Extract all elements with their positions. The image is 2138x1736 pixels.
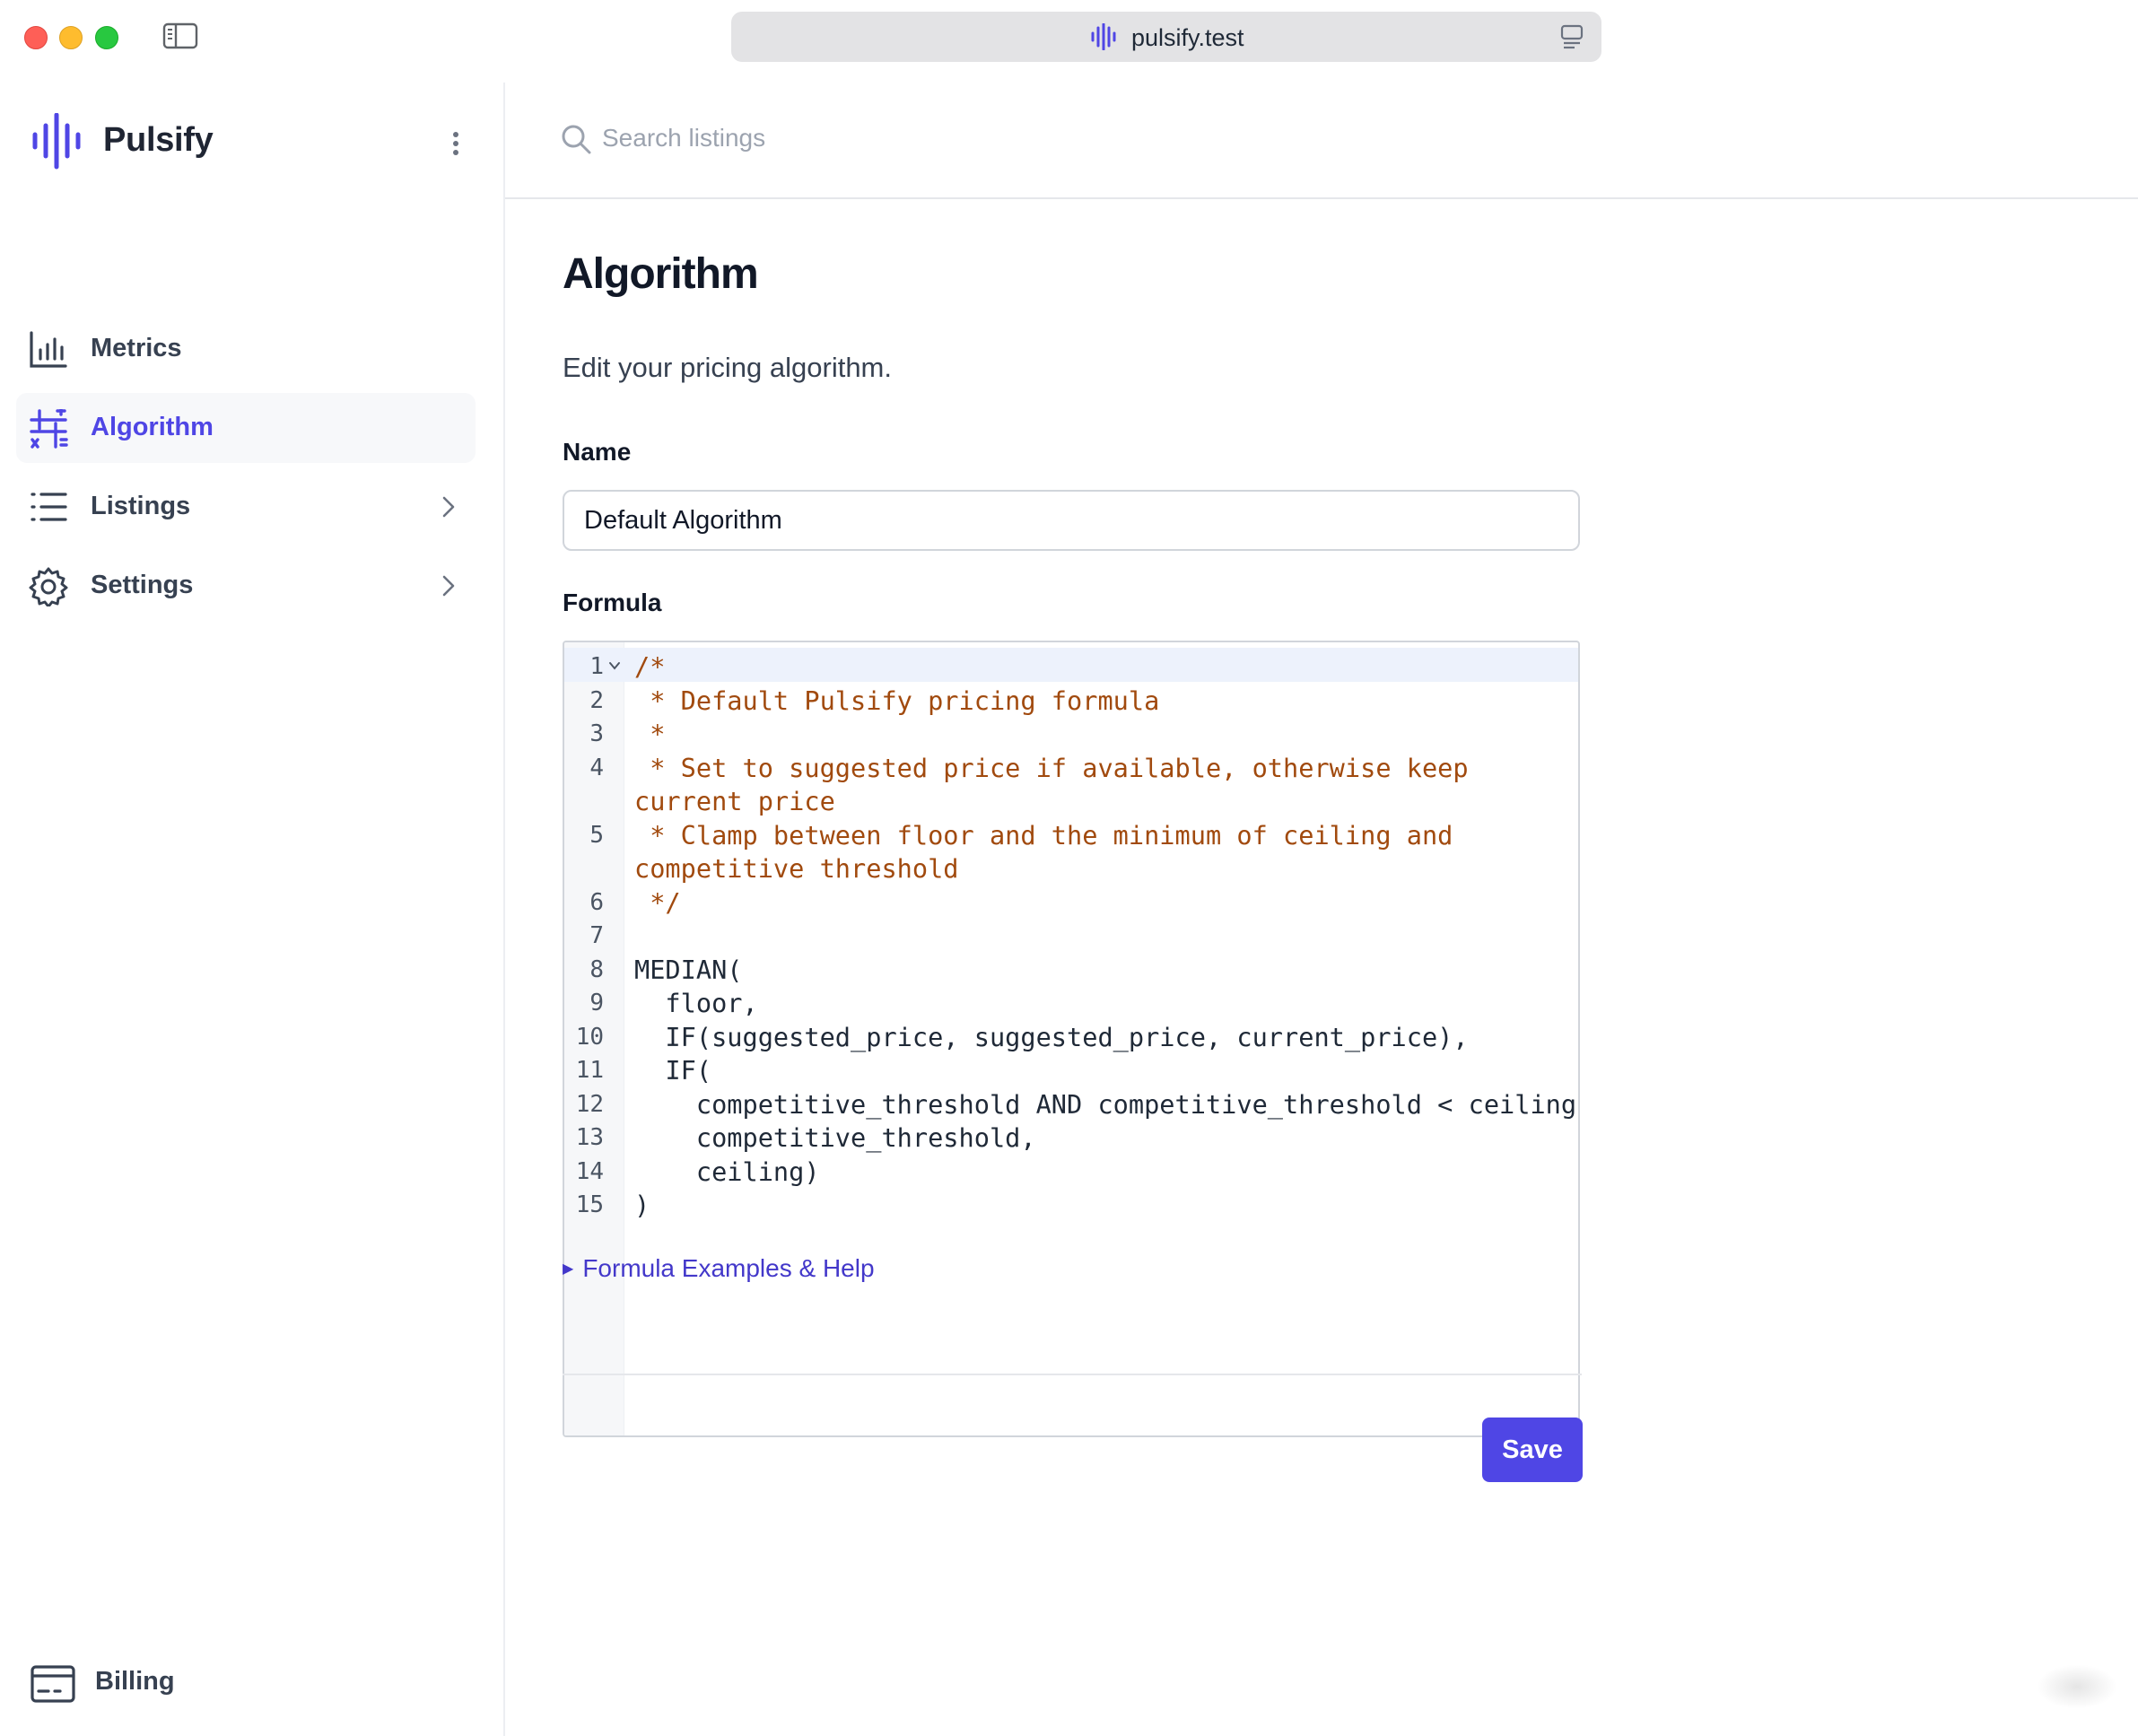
code-line: * Set to suggested price if available, o… [634,752,1469,783]
line-number: 5 [589,821,604,849]
code-line: ) [634,1190,650,1220]
code-line: * Clamp between floor and the minimum of… [634,819,1453,851]
gear-icon [29,567,68,608]
top-search-bar [505,83,2138,199]
page-title: Algorithm [563,250,759,298]
code-line: MEDIAN( [634,954,743,985]
reader-mode-icon[interactable] [1560,24,1584,54]
pulsify-logo-icon [32,113,81,170]
zoom-window-button[interactable] [95,26,118,49]
code-line: */ [634,886,681,918]
search-input[interactable] [602,118,1230,158]
code-line: competitive_threshold AND competitive_th… [634,1088,1580,1120]
line-number: 15 [575,1191,604,1218]
active-line-highlight [564,648,1578,682]
fold-chevron-icon[interactable] [608,659,621,675]
list-icon [29,488,68,528]
code-line: IF( [634,1055,712,1086]
name-label: Name [563,438,632,466]
sidebar-item-label: Settings [91,571,194,599]
brand-name: Pulsify [103,121,214,159]
code-line: * Default Pulsify pricing formula [634,685,1160,716]
address-bar[interactable]: pulsify.test [731,12,1601,62]
formula-help-link[interactable]: ▶ Formula Examples & Help [563,1254,875,1283]
sidebar-item-label: Algorithm [91,413,214,441]
line-number: 3 [589,720,604,747]
line-number: 14 [575,1157,604,1185]
sidebar-item-listings[interactable]: Listings [16,472,476,542]
minimize-window-button[interactable] [59,26,83,49]
code-line: * [634,719,666,749]
sidebar-item-label: Metrics [91,334,182,362]
disclosure-triangle-icon: ▶ [563,1261,574,1277]
sidebar-item-algorithm[interactable]: Algorithm [16,393,476,463]
line-number: 12 [575,1090,604,1118]
more-options-icon[interactable] [447,127,465,163]
algorithm-name-field[interactable] [563,490,1580,551]
sidebar-nav: Metrics Algorithm Listings Settings [16,314,476,630]
line-number: 6 [589,888,604,916]
page-subtitle: Edit your pricing algorithm. [563,352,892,383]
site-favicon-icon [1090,22,1119,55]
chevron-right-icon [441,495,456,523]
browser-titlebar: pulsify.test [0,0,2138,75]
code-line: ceiling) [634,1156,820,1187]
sidebar-item-label: Listings [91,492,191,520]
code-line: IF(suggested_price, suggested_price, cur… [634,1021,1469,1052]
formula-editor[interactable]: 1/* 2 * Default Pulsify pricing formula 3 … [563,641,1580,1437]
sidebar: Pulsify Metrics Algorithm Listings Setti… [0,83,505,1736]
sidebar-item-label: Billing [95,1667,175,1696]
code-line: floor, [634,988,758,1018]
divider [563,1374,1582,1375]
code-line: competitive threshold [634,853,959,884]
credit-card-icon [31,1665,75,1707]
line-number: 4 [589,754,604,781]
code-line: current price [634,786,835,816]
bar-chart-icon [29,330,68,370]
line-number: 13 [575,1124,604,1151]
sidebar-item-metrics[interactable]: Metrics [16,314,476,384]
search-icon [561,124,591,159]
code-line: /* [634,651,666,682]
save-button[interactable]: Save [1482,1418,1583,1482]
line-number: 2 [589,686,604,714]
sidebar-item-settings[interactable]: Settings [16,551,476,621]
formula-help-text: Formula Examples & Help [582,1254,875,1282]
close-window-button[interactable] [24,26,48,49]
line-number: 8 [589,955,604,983]
line-number: 11 [575,1057,604,1084]
line-number: 7 [589,922,604,949]
sliders-icon [29,406,68,449]
url-text: pulsify.test [1131,24,1244,51]
line-number: 9 [589,990,604,1016]
chevron-right-icon [441,574,456,602]
corner-shadow [2037,1664,2117,1709]
line-number: 1 [589,653,604,680]
sidebar-item-billing[interactable]: Billing [31,1658,300,1712]
line-number: 10 [575,1023,604,1051]
formula-label: Formula [563,589,662,616]
sidebar-toggle-icon[interactable] [162,22,198,50]
code-line: competitive_threshold, [634,1122,1036,1153]
